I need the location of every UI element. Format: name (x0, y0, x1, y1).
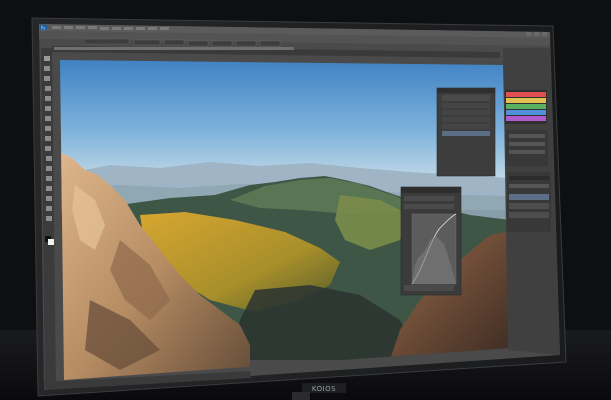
history-panel[interactable] (436, 87, 496, 177)
adjustments-panel[interactable] (506, 130, 548, 166)
selected-layer[interactable] (509, 194, 549, 200)
brand-logo: KOIOS (312, 385, 336, 393)
crop-tool-icon[interactable] (45, 86, 51, 91)
layers-panel[interactable] (507, 172, 551, 232)
ps-logo-text: Ps (41, 26, 45, 31)
move-tool-icon[interactable] (44, 56, 50, 61)
zoom-tool-icon[interactable] (46, 216, 52, 221)
document-tab-title (54, 47, 294, 50)
brush-tool-icon[interactable] (45, 96, 51, 101)
curves-panel[interactable] (400, 186, 462, 296)
window-controls[interactable] (526, 32, 547, 36)
lasso-tool-icon[interactable] (44, 76, 50, 81)
product-photo-scene: Ps KOIOS (0, 0, 611, 400)
monitor-stand (292, 392, 310, 400)
eraser-tool-icon[interactable] (45, 106, 51, 111)
color-swatches-panel[interactable] (505, 90, 547, 124)
marquee-tool-icon[interactable] (44, 66, 50, 71)
